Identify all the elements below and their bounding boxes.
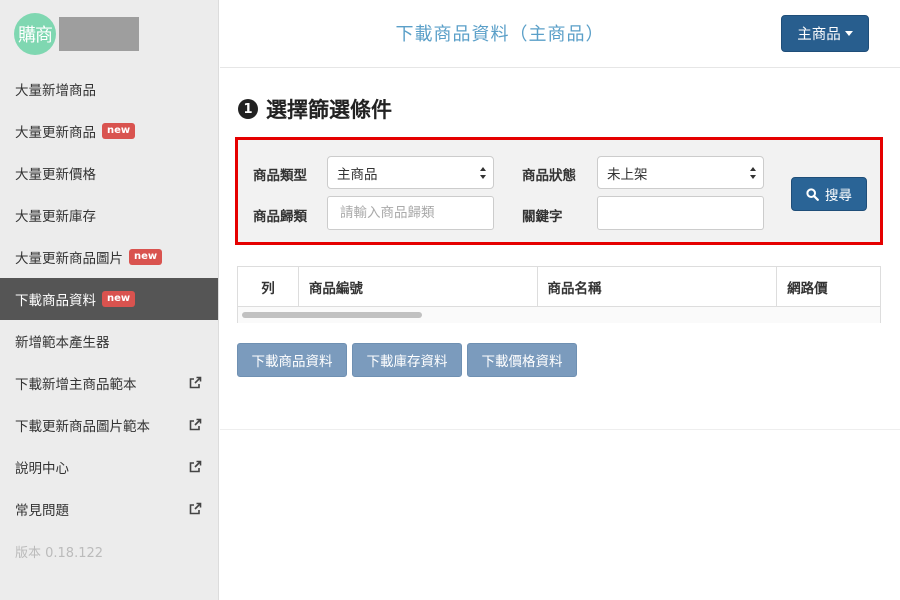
product-category-input[interactable] <box>327 196 494 230</box>
select-arrows-icon <box>480 167 486 179</box>
sidebar-item-bulk-update-images[interactable]: 大量更新商品圖片 new <box>0 236 218 278</box>
sidebar-item-download-image-template[interactable]: 下載更新商品圖片範本 <box>0 404 218 446</box>
sidebar-item-label: 大量更新價格 <box>15 167 96 183</box>
sidebar-item-download-products[interactable]: 下載商品資料 new <box>0 278 218 320</box>
results-table: 列 商品編號 商品名稱 網路價 <box>237 266 881 323</box>
product-mode-dropdown-button[interactable]: 主商品 <box>781 15 869 52</box>
sidebar-item-bulk-add-products[interactable]: 大量新增商品 <box>0 68 218 110</box>
sidebar-item-bulk-update-stock[interactable]: 大量更新庫存 <box>0 194 218 236</box>
keyword-label: 關鍵字 <box>522 209 563 225</box>
search-button[interactable]: 搜尋 <box>791 177 867 211</box>
brand: 購商 <box>0 0 218 68</box>
sidebar-item-label: 下載商品資料 <box>15 293 96 309</box>
sidebar-item-label: 下載更新商品圖片範本 <box>15 419 150 435</box>
external-link-icon <box>189 376 202 389</box>
sidebar: 購商 大量新增商品 大量更新商品 new 大量更新價格 大量更新庫存 大量更新商… <box>0 0 219 600</box>
sidebar-item-download-add-template[interactable]: 下載新增主商品範本 <box>0 362 218 404</box>
sidebar-item-label: 大量新增商品 <box>15 83 96 99</box>
product-type-label: 商品類型 <box>253 168 307 184</box>
external-link-icon <box>189 418 202 431</box>
sidebar-nav: 大量新增商品 大量更新商品 new 大量更新價格 大量更新庫存 大量更新商品圖片… <box>0 68 218 530</box>
top-header: 下載商品資料（主商品） 主商品 <box>220 0 900 68</box>
sidebar-item-label: 下載新增主商品範本 <box>15 377 137 393</box>
search-icon <box>806 187 819 201</box>
filter-panel: 商品類型 主商品 商品狀態 未上架 商品歸類 關鍵字 搜尋 <box>235 137 883 245</box>
sidebar-item-label: 大量更新庫存 <box>15 209 96 225</box>
sidebar-item-label: 大量更新商品圖片 <box>15 251 123 267</box>
sidebar-item-label: 新增範本產生器 <box>15 335 110 351</box>
sidebar-item-template-generator[interactable]: 新增範本產生器 <box>0 320 218 362</box>
product-status-label: 商品狀態 <box>522 168 576 184</box>
column-header-product-name[interactable]: 商品名稱 <box>538 267 778 306</box>
section-heading: 1 選擇篩選條件 <box>238 94 392 124</box>
section-title: 選擇篩選條件 <box>266 98 392 122</box>
download-products-button[interactable]: 下載商品資料 <box>237 343 347 377</box>
sidebar-item-label: 說明中心 <box>15 461 69 477</box>
product-status-value: 未上架 <box>607 166 648 183</box>
product-type-value: 主商品 <box>337 166 378 183</box>
product-type-select[interactable]: 主商品 <box>327 156 494 189</box>
version-label: 版本 0.18.122 <box>15 545 104 561</box>
keyword-input[interactable] <box>597 196 764 230</box>
new-badge: new <box>102 291 136 307</box>
sidebar-item-label: 常見問題 <box>15 503 69 519</box>
column-header-row-number[interactable]: 列 <box>238 267 299 306</box>
product-category-label: 商品歸類 <box>253 209 307 225</box>
new-badge: new <box>129 249 163 265</box>
external-link-icon <box>189 460 202 473</box>
mode-button-label: 主商品 <box>797 27 841 43</box>
content-divider <box>220 429 900 430</box>
page-title: 下載商品資料（主商品） <box>395 24 605 45</box>
column-header-online-price[interactable]: 網路價 <box>777 267 880 306</box>
download-stock-button[interactable]: 下載庫存資料 <box>352 343 462 377</box>
new-badge: new <box>102 123 136 139</box>
product-status-select[interactable]: 未上架 <box>597 156 764 189</box>
column-header-product-id[interactable]: 商品編號 <box>299 267 538 306</box>
caret-down-icon <box>844 31 853 36</box>
sidebar-item-faq[interactable]: 常見問題 <box>0 488 218 530</box>
sidebar-item-help-center[interactable]: 說明中心 <box>0 446 218 488</box>
download-prices-button[interactable]: 下載價格資料 <box>467 343 577 377</box>
store-name-redacted <box>59 17 139 51</box>
step-number-icon: 1 <box>238 99 258 119</box>
external-link-icon <box>189 502 202 515</box>
table-header-row: 列 商品編號 商品名稱 網路價 <box>238 267 880 307</box>
sidebar-item-bulk-update-products[interactable]: 大量更新商品 new <box>0 110 218 152</box>
scrollbar-thumb[interactable] <box>242 312 422 318</box>
brand-logo[interactable]: 購商 <box>14 13 56 55</box>
select-arrows-icon <box>750 167 756 179</box>
search-button-label: 搜尋 <box>825 188 852 204</box>
sidebar-item-label: 大量更新商品 <box>15 125 96 141</box>
horizontal-scrollbar[interactable] <box>238 307 880 323</box>
sidebar-item-bulk-update-prices[interactable]: 大量更新價格 <box>0 152 218 194</box>
